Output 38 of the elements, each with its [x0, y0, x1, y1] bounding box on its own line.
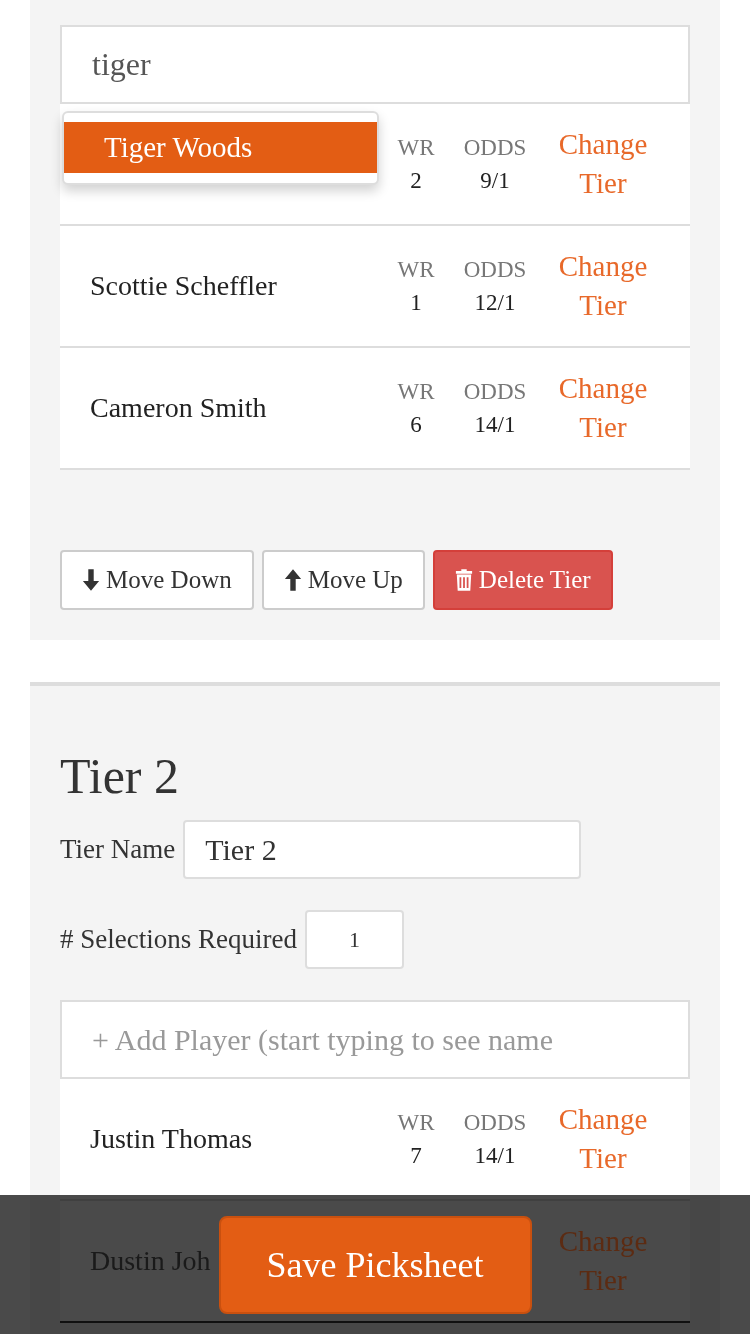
stat-label: WR	[396, 255, 436, 284]
player-name: Scottie Scheffler	[90, 269, 277, 303]
stat-value: 9/1	[479, 167, 511, 195]
stat-label: ODDS	[462, 255, 528, 284]
stat-value: 14/1	[473, 1142, 517, 1170]
arrow-down-icon	[82, 569, 100, 591]
delete-tier-button[interactable]: Delete Tier	[432, 550, 613, 610]
suggestion-item[interactable]: Tiger Woods	[64, 122, 377, 173]
stat-label: ODDS	[462, 133, 528, 162]
change-tier-link[interactable]: Change Tier	[548, 1099, 658, 1179]
change-tier-link[interactable]: Change Tier	[548, 368, 658, 448]
selections-field[interactable]: 1	[304, 910, 404, 969]
stat-label: ODDS	[462, 377, 528, 406]
stat-value: 2	[409, 167, 423, 195]
change-tier-link[interactable]: Change Tier	[548, 246, 658, 326]
player-name: Cameron Smith	[90, 391, 267, 425]
stat-value: 7	[409, 1142, 423, 1170]
stat-label: WR	[396, 377, 436, 406]
trash-icon	[454, 569, 473, 591]
add-player-field[interactable]: + Add Player (start typing to see name	[60, 1000, 690, 1079]
stat-label: WR	[396, 1108, 436, 1137]
field-label: Tier Name	[60, 833, 176, 867]
change-tier-link[interactable]: Change Tier	[548, 124, 658, 204]
save-button[interactable]: Save Picksheet	[218, 1215, 532, 1314]
stat-value: 14/1	[473, 411, 517, 439]
stat-value: 6	[409, 411, 423, 439]
arrow-up-icon	[283, 569, 302, 591]
player-search-field[interactable]: tiger	[60, 25, 690, 104]
stat-value: 12/1	[473, 289, 517, 317]
tier-title: Tier 2	[60, 747, 181, 806]
tier-name-field[interactable]: Tier 2	[183, 820, 582, 879]
stat-value: 1	[409, 289, 423, 317]
player-name: Justin Thomas	[90, 1122, 253, 1156]
stat-label: WR	[396, 133, 436, 162]
move-up-button[interactable]: Move Up	[261, 550, 425, 610]
field-label: # Selections Required	[60, 923, 297, 957]
move-down-button[interactable]: Move Down	[60, 550, 254, 610]
stat-label: ODDS	[462, 1108, 528, 1137]
